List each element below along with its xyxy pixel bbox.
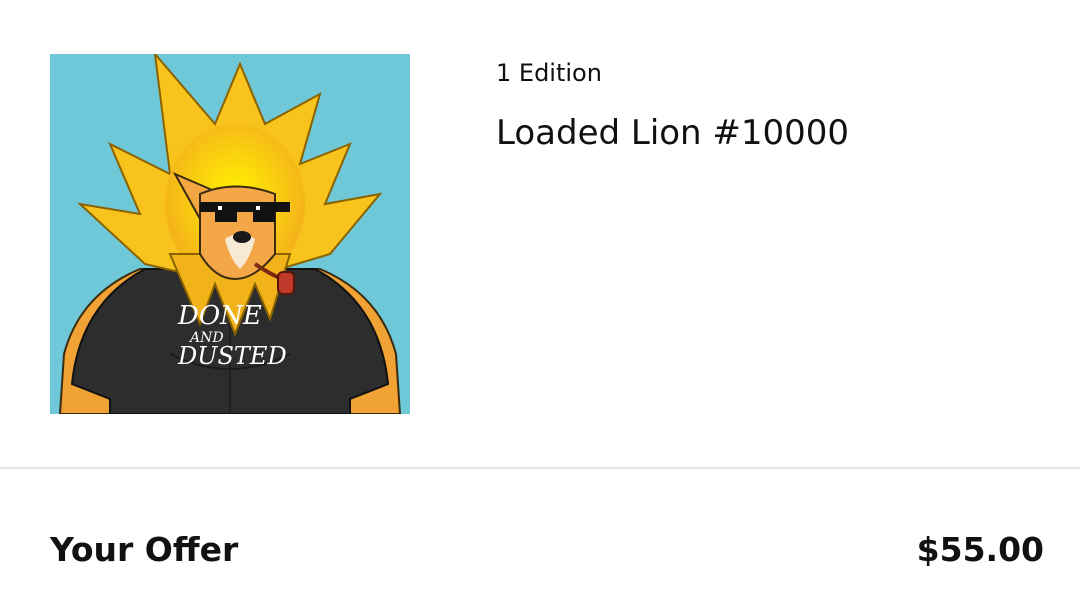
svg-text:DUSTED: DUSTED [177, 342, 287, 370]
nft-artwork-image: DONE AND DUSTED [50, 54, 410, 414]
item-title: Loaded Lion #10000 [496, 113, 850, 153]
lion-artwork-icon: DONE AND DUSTED [50, 54, 410, 414]
svg-text:DONE: DONE [177, 301, 262, 331]
offer-amount: $55.00 [916, 530, 1044, 569]
offer-label: Your Offer [50, 530, 239, 569]
offer-review-panel: DONE AND DUSTED 1 Edition Loaded Lion #1… [0, 0, 1080, 595]
edition-count: 1 Edition [496, 59, 602, 87]
section-divider [0, 467, 1080, 469]
